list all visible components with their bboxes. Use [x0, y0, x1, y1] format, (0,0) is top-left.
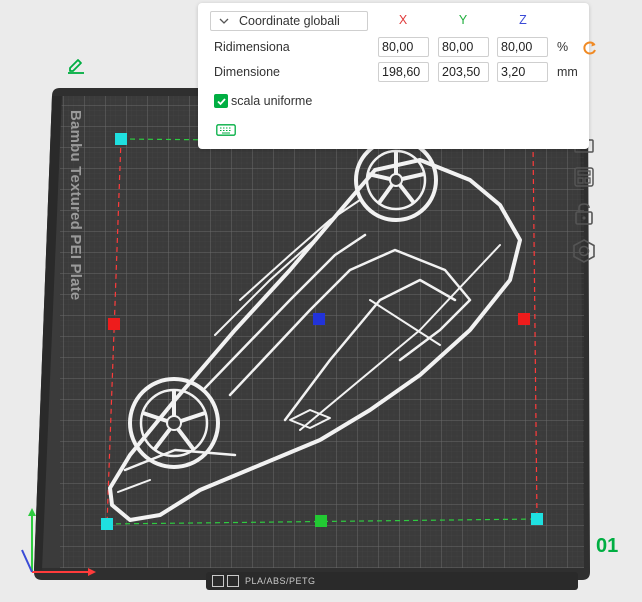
edit-plate-icon[interactable]: [66, 56, 86, 74]
coord-system-select[interactable]: Coordinate globali: [210, 11, 368, 31]
uniform-scale-checkbox[interactable]: [214, 94, 228, 108]
axis-z-header: Z: [519, 13, 527, 27]
plate-info-strip: PLA/ABS/PETG: [212, 574, 316, 588]
lock-tool[interactable]: [568, 199, 600, 229]
axis-y-header: Y: [458, 13, 468, 27]
z-scale-handle-center[interactable]: [313, 313, 325, 325]
size-row-label: Dimensione: [214, 65, 281, 79]
settings-tool[interactable]: [568, 236, 600, 266]
scale-row-label: Ridimensiona: [214, 40, 290, 54]
layout-icon: [574, 167, 594, 187]
plate-info-icon-2: [227, 575, 239, 587]
scale-y-input[interactable]: [438, 37, 489, 57]
corner-handle-bottom-left[interactable]: [101, 518, 113, 530]
uniform-scale-label: scala uniforme: [231, 94, 313, 108]
corner-handle-top-left[interactable]: [115, 133, 127, 145]
lock-icon: [575, 203, 593, 225]
settings-icon: [573, 239, 595, 263]
layout-tool[interactable]: [568, 162, 600, 192]
x-scale-handle-right[interactable]: [518, 313, 530, 325]
axis-x-header: X: [398, 13, 408, 27]
size-unit: mm: [557, 65, 578, 79]
scale-z-input[interactable]: [497, 37, 548, 57]
keyboard-icon[interactable]: [216, 124, 236, 136]
y-scale-handle-bottom[interactable]: [315, 515, 327, 527]
size-x-input[interactable]: [378, 62, 429, 82]
size-y-input[interactable]: [438, 62, 489, 82]
scale-x-input[interactable]: [378, 37, 429, 57]
plate-number[interactable]: 01: [596, 535, 618, 558]
plate-info-icon: [212, 575, 224, 587]
checkmark-icon: [216, 97, 226, 105]
chevron-down-icon: [219, 18, 229, 24]
uniform-scale-toggle[interactable]: scala uniforme: [214, 94, 312, 108]
scale-unit: %: [557, 40, 569, 54]
plate-type-label: Bambu Textured PEI Plate: [67, 110, 84, 301]
corner-handle-bottom-right[interactable]: [531, 513, 543, 525]
x-scale-handle-left[interactable]: [108, 318, 120, 330]
scale-panel: Coordinate globali X Y Z Ridimensiona % …: [198, 3, 596, 149]
filament-info: PLA/ABS/PETG: [245, 576, 316, 586]
size-z-input[interactable]: [497, 62, 548, 82]
coord-system-value: Coordinate globali: [239, 14, 340, 28]
reset-scale-icon[interactable]: [582, 40, 598, 56]
